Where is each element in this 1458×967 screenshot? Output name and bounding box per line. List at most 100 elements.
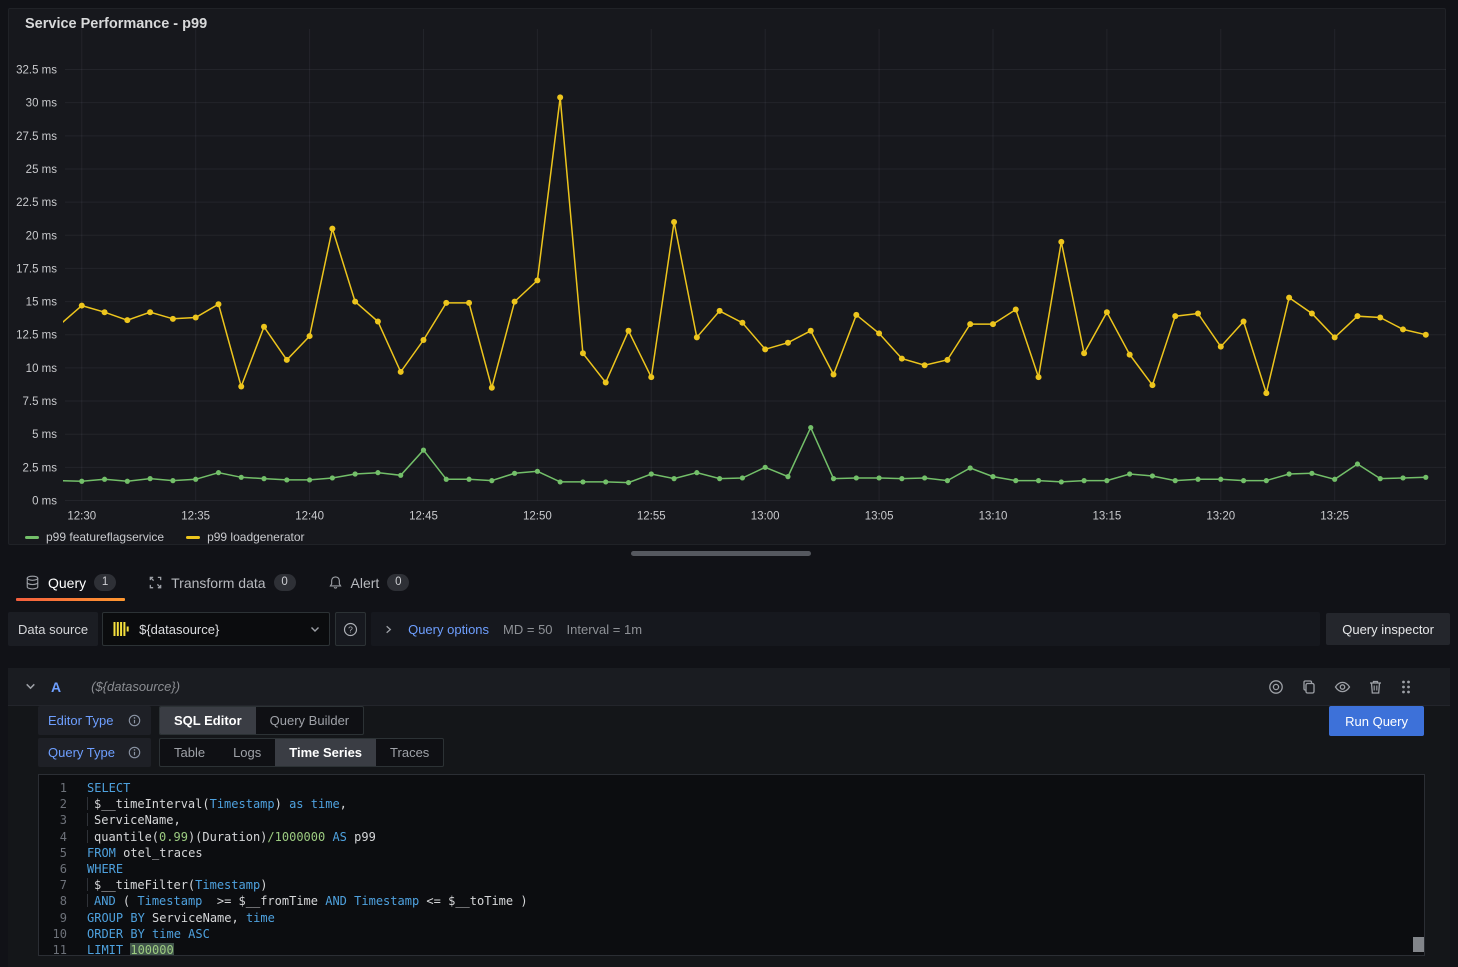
svg-text:2.5 ms: 2.5 ms (22, 462, 57, 474)
clickhouse-logo-icon (111, 619, 131, 639)
query-row-header[interactable]: A (${datasource}) (8, 668, 1450, 706)
svg-text:15 ms: 15 ms (26, 297, 58, 309)
editor-type-label: Editor Type (48, 713, 114, 728)
tab-alert[interactable]: Alert0 (319, 564, 419, 601)
tab-label: Transform data (171, 575, 265, 591)
code-line: 9GROUP BY ServiceName, time (39, 910, 1424, 926)
query-type-option-table[interactable]: Table (160, 739, 219, 766)
delete-query-trash-icon[interactable] (1368, 679, 1383, 695)
legend-label: p99 featureflagservice (46, 530, 164, 544)
svg-text:0 ms: 0 ms (32, 496, 57, 508)
code-text: LIMIT 100000 (87, 942, 174, 956)
svg-text:12:35: 12:35 (181, 511, 210, 523)
svg-text:30 ms: 30 ms (26, 98, 58, 110)
query-ref-id[interactable]: A (51, 679, 61, 695)
query-type-option-logs[interactable]: Logs (219, 739, 275, 766)
timeseries-panel: Service Performance - p99 0 ms2.5 ms5 ms… (8, 8, 1446, 545)
line-number: 1 (39, 780, 87, 796)
svg-text:22.5 ms: 22.5 ms (16, 197, 57, 209)
indent-guide (87, 797, 94, 810)
svg-text:12:55: 12:55 (637, 511, 666, 523)
svg-text:20 ms: 20 ms (26, 230, 58, 242)
line-number: 9 (39, 910, 87, 926)
code-line: 11LIMIT 100000 (39, 942, 1424, 956)
code-text: $__timeFilter(Timestamp) (87, 877, 267, 893)
editor-tabs: Query 1 Transform data 0 Alert0 (16, 564, 418, 601)
query-toolbar: Data source ${datasource} ? Query option… (8, 612, 1450, 646)
chevron-right-icon (383, 624, 394, 635)
disable-query-icon[interactable] (1268, 679, 1284, 695)
legend-item[interactable]: p99 loadgenerator (186, 530, 304, 544)
tab-query[interactable]: Query 1 (16, 564, 125, 601)
svg-text:13:25: 13:25 (1320, 511, 1349, 523)
svg-text:13:15: 13:15 (1092, 511, 1121, 523)
code-text: FROM otel_traces (87, 845, 203, 861)
query-type-switch: TableLogsTime SeriesTraces (159, 738, 444, 767)
code-line: 10ORDER BY time ASC (39, 926, 1424, 942)
code-text: AND ( Timestamp >= $__fromTime AND Times… (87, 893, 528, 909)
line-number: 4 (39, 829, 87, 845)
collapse-chevron-icon[interactable] (24, 680, 37, 693)
svg-text:32.5 ms: 32.5 ms (16, 65, 57, 77)
svg-text:12:50: 12:50 (523, 511, 552, 523)
datasource-help-button[interactable]: ? (335, 612, 366, 646)
tab-label: Query (48, 575, 86, 591)
code-line: 1SELECT (39, 780, 1424, 796)
datasource-select[interactable]: ${datasource} (102, 612, 330, 646)
legend-label: p99 loadgenerator (207, 530, 304, 544)
svg-text:12.5 ms: 12.5 ms (16, 330, 57, 342)
drag-handle-icon[interactable] (1400, 679, 1412, 695)
tab-count-badge: 1 (94, 574, 116, 591)
horizontal-scrollbar[interactable] (631, 551, 811, 556)
editor-scrollbar-thumb[interactable] (1413, 937, 1424, 952)
chevron-down-icon (309, 623, 321, 635)
tab-transform-data[interactable]: Transform data 0 (139, 564, 304, 601)
tab-count-badge: 0 (274, 574, 296, 591)
legend-swatch (186, 536, 200, 539)
legend-swatch (25, 536, 39, 539)
query-options-bar[interactable]: Query options MD = 50 Interval = 1m (371, 612, 1320, 646)
code-line: 2$__timeInterval(Timestamp) as time, (39, 796, 1424, 812)
max-datapoints-summary: MD = 50 (503, 622, 553, 637)
query-inspector-button[interactable]: Query inspector (1326, 613, 1450, 645)
timeseries-chart[interactable]: 0 ms2.5 ms5 ms7.5 ms10 ms12.5 ms15 ms17.… (9, 9, 1447, 525)
line-number: 10 (39, 926, 87, 942)
run-query-button[interactable]: Run Query (1329, 706, 1424, 736)
query-row-card: A (${datasource}) Editor Type (8, 668, 1450, 967)
sql-code-editor[interactable]: 1SELECT2$__timeInterval(Timestamp) as ti… (38, 774, 1425, 956)
code-text: SELECT (87, 780, 130, 796)
legend-item[interactable]: p99 featureflagservice (25, 530, 164, 544)
query-options-link[interactable]: Query options (408, 622, 489, 637)
chart-legend: p99 featureflagservice p99 loadgenerator (25, 530, 305, 544)
duplicate-query-icon[interactable] (1301, 679, 1317, 695)
info-icon[interactable] (128, 746, 141, 759)
code-text: GROUP BY ServiceName, time (87, 910, 275, 926)
svg-text:13:10: 13:10 (979, 511, 1008, 523)
query-type-option-traces[interactable]: Traces (376, 739, 443, 766)
datasource-label: Data source (8, 612, 98, 646)
editor-type-option-sql-editor[interactable]: SQL Editor (160, 707, 256, 734)
code-line: 4quantile(0.99)(Duration)/1000000 AS p99 (39, 829, 1424, 845)
svg-text:12:40: 12:40 (295, 511, 324, 523)
svg-text:12:45: 12:45 (409, 511, 438, 523)
editor-type-option-query-builder[interactable]: Query Builder (256, 707, 363, 734)
line-number: 7 (39, 877, 87, 893)
active-tab-underline (16, 598, 125, 601)
code-line: 6WHERE (39, 861, 1424, 877)
code-text: $__timeInterval(Timestamp) as time, (87, 796, 347, 812)
hide-response-eye-icon[interactable] (1334, 679, 1351, 695)
code-text: ServiceName, (87, 812, 181, 828)
query-type-option-time-series[interactable]: Time Series (275, 739, 376, 766)
svg-text:12:30: 12:30 (67, 511, 96, 523)
help-circle-icon: ? (343, 622, 358, 637)
svg-text:13:00: 13:00 (751, 511, 780, 523)
indent-guide (87, 878, 94, 891)
tab-label: Alert (351, 575, 380, 591)
info-icon[interactable] (128, 714, 141, 727)
datasource-value: ${datasource} (139, 622, 219, 637)
svg-text:7.5 ms: 7.5 ms (22, 396, 57, 408)
query-type-field-label: Query Type (38, 738, 151, 767)
svg-text:5 ms: 5 ms (32, 429, 57, 441)
code-line: 5FROM otel_traces (39, 845, 1424, 861)
editor-type-field-label: Editor Type (38, 706, 151, 735)
